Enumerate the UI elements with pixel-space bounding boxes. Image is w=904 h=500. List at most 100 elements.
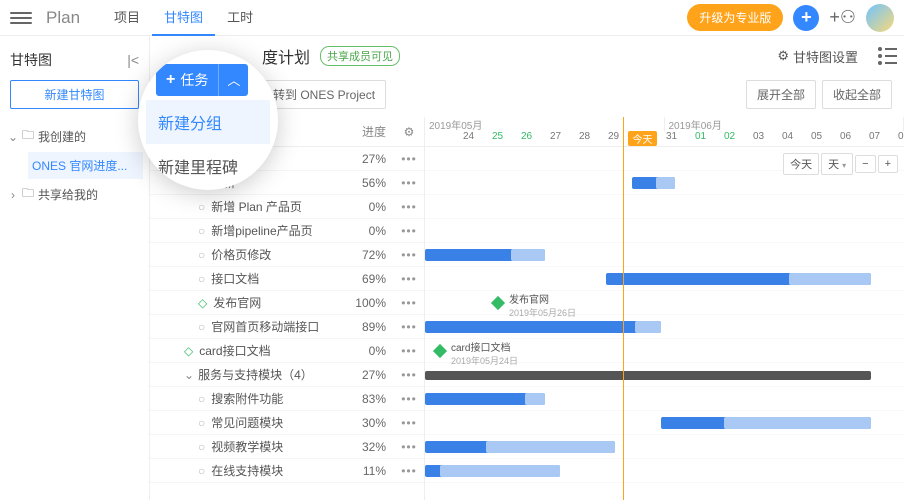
nav-tab-0[interactable]: 项目 — [102, 0, 152, 36]
gantt-group-bar[interactable] — [425, 371, 871, 380]
task-row[interactable]: ○接口文档69%••• — [150, 267, 424, 291]
month-label: 2019年05月 — [425, 117, 665, 131]
brand: Plan — [46, 8, 80, 28]
day-cell: 07 — [860, 131, 889, 146]
task-progress: 0% — [334, 339, 394, 362]
today-button[interactable]: 今天 — [783, 153, 819, 175]
share-badge: 共享成员可见 — [320, 46, 400, 66]
expand-all-button[interactable]: 展开全部 — [746, 80, 816, 109]
task-row[interactable]: ○在线支持模块11%••• — [150, 459, 424, 483]
gantt-row — [425, 459, 904, 483]
task-more-icon[interactable]: ••• — [394, 291, 424, 314]
add-user-icon[interactable]: +⚇ — [829, 7, 856, 28]
task-more-icon[interactable]: ••• — [394, 387, 424, 410]
task-label: 价格页修改 — [211, 248, 271, 262]
task-row[interactable]: ○视频教学模块32%••• — [150, 435, 424, 459]
day-cell: 06 — [831, 131, 860, 146]
task-row[interactable]: ◇card接口文档0%••• — [150, 339, 424, 363]
new-gantt-button[interactable]: 新建甘特图 — [10, 80, 139, 109]
day-cell: 04 — [773, 131, 802, 146]
task-more-icon[interactable]: ••• — [394, 147, 424, 170]
task-more-icon[interactable]: ••• — [394, 315, 424, 338]
dropdown-item-0[interactable]: 新建分组 — [146, 100, 270, 144]
task-label: 视频教学模块 — [211, 440, 283, 454]
avatar[interactable] — [866, 4, 894, 32]
gantt-bar-remaining — [440, 465, 560, 477]
day-cell: 08 — [889, 131, 904, 146]
nav-tab-2[interactable]: 工时 — [215, 0, 265, 36]
task-row[interactable]: ⌄服务与支持模块（4）27%••• — [150, 363, 424, 387]
task-label: 常见问题模块 — [211, 416, 283, 430]
menu-icon[interactable] — [10, 7, 32, 29]
task-row[interactable]: ○搜索附件功能83%••• — [150, 387, 424, 411]
zoom-out-button[interactable]: − — [855, 155, 875, 173]
task-row[interactable]: ○新增 Plan 产品页0%••• — [150, 195, 424, 219]
task-row[interactable]: ◇发布官网100%••• — [150, 291, 424, 315]
dropdown-item-1[interactable]: 新建里程碑 — [146, 144, 270, 188]
gantt-bar-remaining — [486, 441, 615, 453]
gantt-row — [425, 411, 904, 435]
gantt-row — [425, 387, 904, 411]
gantt-bar[interactable] — [425, 321, 661, 333]
add-icon[interactable]: + — [793, 5, 819, 31]
upgrade-button[interactable]: 升级为专业版 — [687, 4, 783, 31]
magnifier-overlay: + 任务 ︿ 新建分组新建里程碑 — [138, 50, 278, 190]
column-settings-icon[interactable]: ⚙ — [394, 117, 424, 146]
task-progress: 30% — [334, 411, 394, 434]
task-label: 新增pipeline产品页 — [211, 224, 312, 238]
add-task-button[interactable]: + 任务 — [156, 64, 218, 96]
gantt-bar-remaining — [656, 177, 675, 189]
task-more-icon[interactable]: ••• — [394, 411, 424, 434]
gantt-bar-remaining — [635, 321, 661, 333]
add-task-dropdown-toggle[interactable]: ︿ — [218, 64, 248, 96]
day-cell: 28 — [570, 131, 599, 146]
milestone-marker[interactable] — [435, 344, 445, 359]
task-row[interactable]: ○常见问题模块30%••• — [150, 411, 424, 435]
task-more-icon[interactable]: ••• — [394, 171, 424, 194]
task-more-icon[interactable]: ••• — [394, 459, 424, 482]
sidebar-group-1[interactable]: ›🗀共享给我的 — [6, 179, 143, 210]
time-unit-select[interactable]: 天▾ — [821, 153, 853, 175]
task-more-icon[interactable]: ••• — [394, 339, 424, 362]
task-row[interactable]: ○新增pipeline产品页0%••• — [150, 219, 424, 243]
day-cell: 05 — [802, 131, 831, 146]
sidebar-group-0[interactable]: ⌄🗀我创建的 — [6, 121, 143, 152]
task-row[interactable]: ○官网首页移动端接口89%••• — [150, 315, 424, 339]
task-more-icon[interactable]: ••• — [394, 363, 424, 386]
task-more-icon[interactable]: ••• — [394, 435, 424, 458]
nav-tab-1[interactable]: 甘特图 — [152, 0, 215, 36]
task-more-icon[interactable]: ••• — [394, 243, 424, 266]
milestone-marker[interactable] — [493, 296, 503, 311]
task-more-icon[interactable]: ••• — [394, 195, 424, 218]
gantt-settings-button[interactable]: ⚙ 甘特图设置 — [777, 47, 858, 66]
task-label: 新增 Plan 产品页 — [211, 200, 302, 214]
task-progress: 72% — [334, 243, 394, 266]
collapse-all-button[interactable]: 收起全部 — [822, 80, 892, 109]
day-cell: 26 — [512, 131, 541, 146]
task-label: 接口文档 — [211, 272, 259, 286]
day-cell: 24 — [454, 131, 483, 146]
gantt-row: card接口文档2019年05月24日 — [425, 339, 904, 363]
sidebar-title: 甘特图 — [10, 50, 52, 70]
task-label: 搜索附件功能 — [211, 392, 283, 406]
task-progress: 32% — [334, 435, 394, 458]
task-more-icon[interactable]: ••• — [394, 267, 424, 290]
task-more-icon[interactable]: ••• — [394, 219, 424, 242]
day-cell: 01 — [686, 131, 715, 146]
zoom-in-button[interactable]: + — [878, 155, 898, 173]
gantt-row — [425, 243, 904, 267]
day-cell — [425, 131, 454, 146]
gantt-bar-remaining — [511, 249, 545, 261]
task-row[interactable]: ○价格页修改72%••• — [150, 243, 424, 267]
progress-header: 进度 — [334, 117, 394, 146]
day-cell: 31 — [657, 131, 686, 146]
list-view-icon[interactable] — [868, 44, 892, 68]
sidebar-item-0-0[interactable]: ONES 官网进度... — [28, 152, 143, 179]
task-label: 发布官网 — [213, 296, 261, 310]
task-progress: 27% — [334, 363, 394, 386]
gantt-row — [425, 195, 904, 219]
gantt-row — [425, 219, 904, 243]
collapse-sidebar-icon[interactable]: |< — [127, 52, 139, 68]
task-progress: 0% — [334, 219, 394, 242]
transfer-button[interactable]: 转到 ONES Project — [262, 80, 386, 109]
